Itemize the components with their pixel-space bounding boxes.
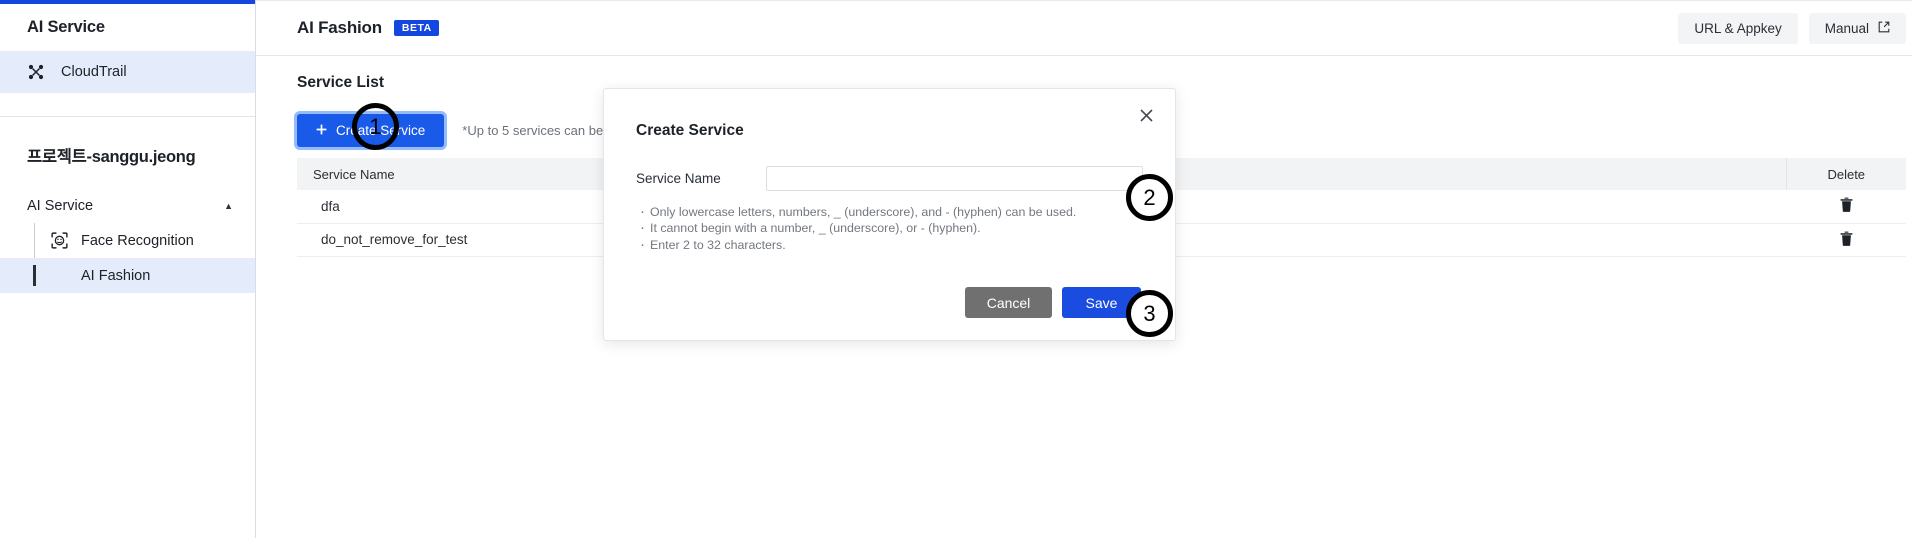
close-icon[interactable] <box>1135 104 1157 126</box>
sidebar-item-face-recognition[interactable]: Face Recognition <box>0 223 255 258</box>
modal-actions: Cancel Save <box>965 287 1141 318</box>
service-name-input[interactable] <box>766 166 1143 191</box>
cell-delete <box>1786 190 1906 224</box>
plus-icon <box>316 123 327 138</box>
app-root: AI Service CloudTrail 프로젝트-sanggu.jeong … <box>0 0 1912 538</box>
sidebar-group-ai-service[interactable]: AI Service ▲ <box>0 189 255 223</box>
trash-icon[interactable] <box>1840 231 1853 249</box>
sidebar: AI Service CloudTrail 프로젝트-sanggu.jeong … <box>0 0 256 538</box>
rule-item: It cannot begin with a number, _ (unders… <box>640 219 1175 237</box>
url-appkey-label: URL & Appkey <box>1694 20 1782 36</box>
beta-badge: BETA <box>393 19 439 37</box>
project-name: 프로젝트-sanggu.jeong <box>27 148 196 166</box>
sidebar-item-label: Face Recognition <box>81 232 194 249</box>
sidebar-title: AI Service <box>27 18 105 36</box>
cell-delete <box>1786 223 1906 257</box>
service-name-rules: Only lowercase letters, numbers, _ (unde… <box>604 191 1175 253</box>
sidebar-item-ai-fashion[interactable]: AI Fashion <box>0 258 255 293</box>
sidebar-subitems: Face Recognition AI Fashion <box>0 223 255 293</box>
header-actions: URL & Appkey Manual <box>1678 12 1906 44</box>
sidebar-item-label: CloudTrail <box>61 64 127 80</box>
sidebar-group-label: AI Service <box>27 198 94 214</box>
manual-label: Manual <box>1824 20 1869 36</box>
annotation-marker-1: 1 <box>352 103 399 150</box>
column-header-delete: Delete <box>1785 158 1906 190</box>
annotation-marker-3: 3 <box>1126 290 1173 337</box>
sidebar-item-cloudtrail[interactable]: CloudTrail <box>0 51 255 93</box>
page-header: AI Fashion BETA URL & Appkey Manual <box>256 1 1912 56</box>
modal-title: Create Service <box>636 122 744 139</box>
url-appkey-button[interactable]: URL & Appkey <box>1678 12 1798 44</box>
chevron-up-icon[interactable]: ▲ <box>224 201 233 211</box>
sidebar-item-label: AI Fashion <box>81 267 151 284</box>
service-name-label: Service Name <box>636 171 721 186</box>
service-name-field-group: Service Name <box>604 140 1175 191</box>
face-recognition-icon <box>50 232 68 250</box>
create-service-modal: Create Service Service Name Only lowerca… <box>603 88 1176 341</box>
rule-item: Enter 2 to 32 characters. <box>640 236 1175 254</box>
manual-button[interactable]: Manual <box>1808 12 1906 44</box>
trash-icon[interactable] <box>1840 197 1853 215</box>
annotation-marker-2: 2 <box>1126 174 1173 221</box>
cloudtrail-icon <box>27 63 45 81</box>
external-link-icon <box>1878 21 1890 36</box>
page-title: AI Fashion <box>297 18 382 37</box>
rule-item: Only lowercase letters, numbers, _ (unde… <box>640 203 1175 221</box>
cancel-button[interactable]: Cancel <box>965 287 1052 318</box>
